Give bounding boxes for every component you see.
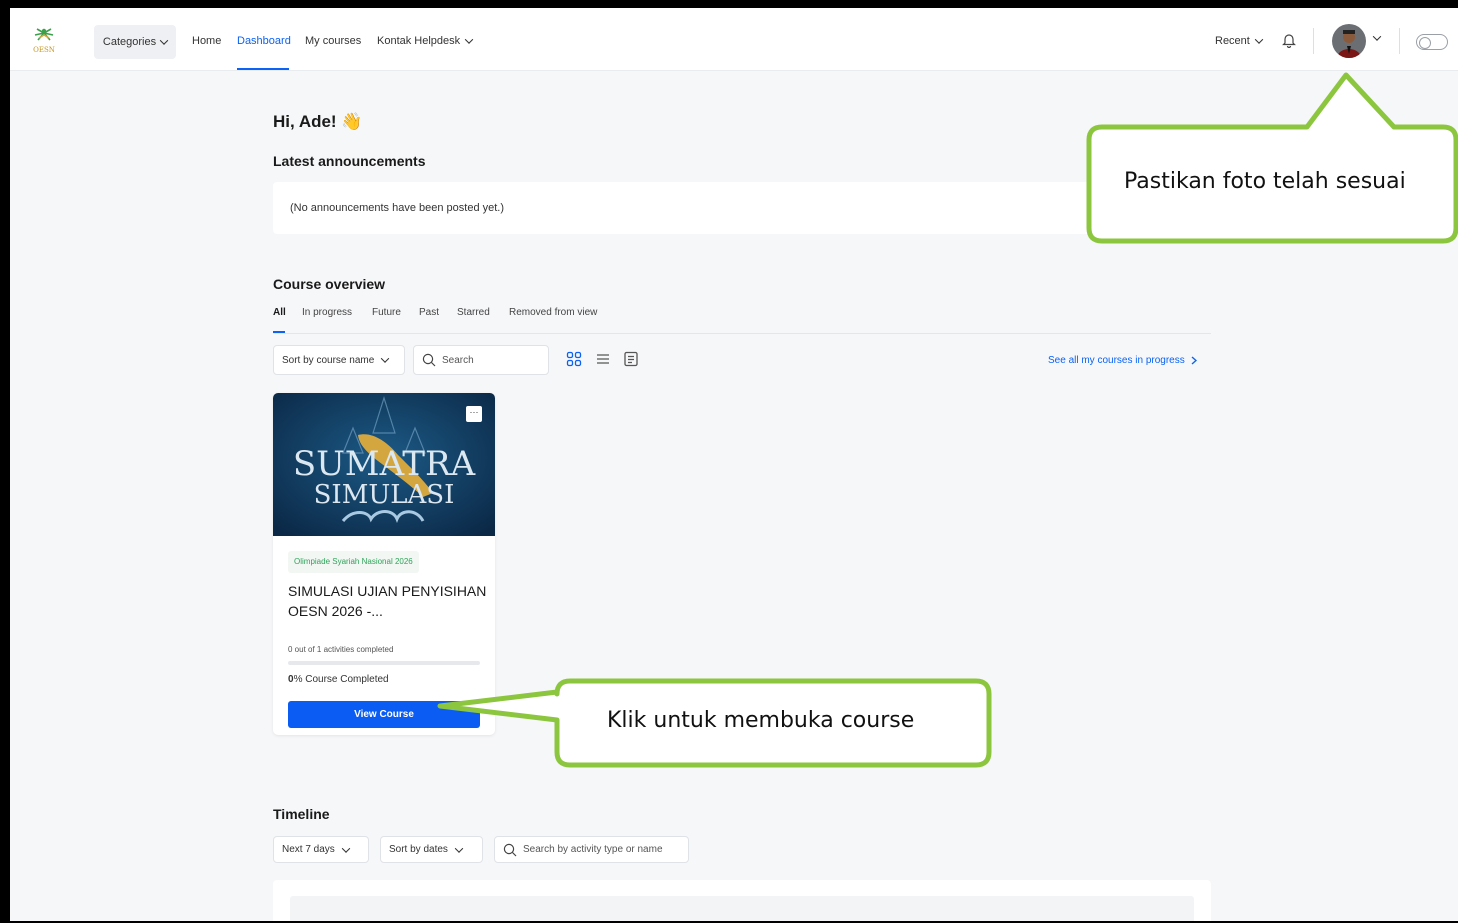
annotation-overlay: [437, 72, 1458, 768]
course-callout-text: Klik untuk membuka course: [607, 708, 915, 733]
photo-callout-text: Pastikan foto telah sesuai: [1124, 169, 1406, 194]
photo-callout-shape: [1086, 72, 1458, 244]
